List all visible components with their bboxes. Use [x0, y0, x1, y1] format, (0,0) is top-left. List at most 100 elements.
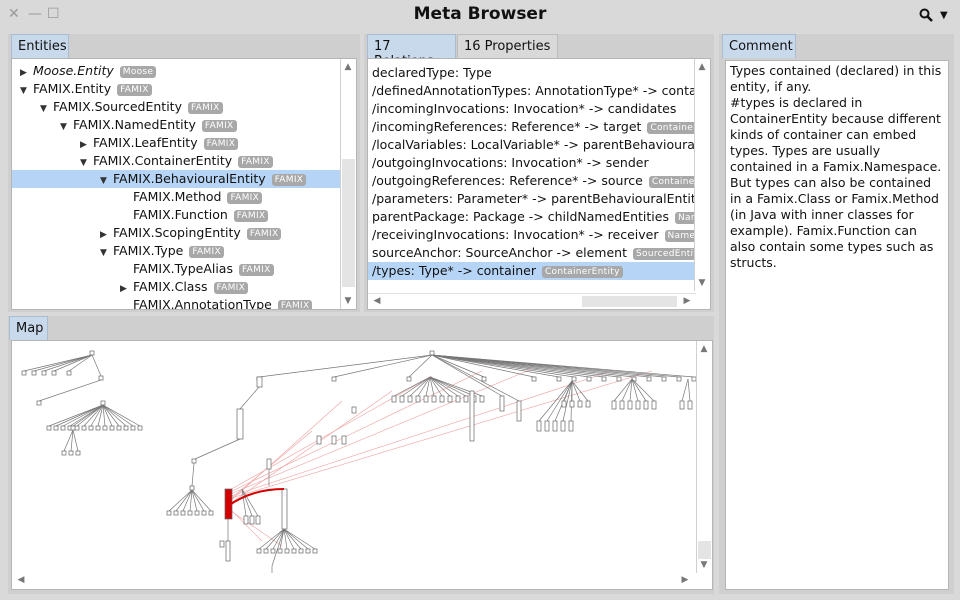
tree-item[interactable]: ▼ FAMIX.BehaviouralEntity FAMIX: [12, 170, 342, 188]
relation-text: declaredType: Type: [372, 65, 492, 80]
map-edge: [571, 380, 581, 402]
tree-item-label: FAMIX.Class: [133, 279, 208, 294]
triangle-down-icon[interactable]: ▼: [80, 154, 90, 172]
map-node: [173, 510, 179, 516]
tree-item[interactable]: ▼ FAMIX.Type FAMIX: [12, 242, 342, 260]
search-icon[interactable]: [919, 8, 933, 22]
tab-relations[interactable]: 17 Relations: [367, 34, 456, 69]
relations-hscrollbar[interactable]: ◀ ▶: [368, 293, 696, 309]
relation-row[interactable]: /receivingInvocations: Invocation* -> re…: [368, 226, 694, 244]
scroll-left-icon[interactable]: ◀: [14, 575, 28, 585]
triangle-down-icon[interactable]: ▼: [40, 100, 50, 118]
tab-map[interactable]: Map: [9, 316, 48, 340]
chevron-down-icon[interactable]: ▼: [940, 10, 948, 21]
tree-item[interactable]: ▶ Moose.Entity Moose: [12, 62, 342, 80]
map-edge: [43, 354, 93, 372]
tab-comment[interactable]: Comment: [722, 34, 796, 58]
relation-row[interactable]: /outgoingInvocations: Invocation* -> sen…: [368, 154, 694, 172]
map-graph[interactable]: [12, 341, 712, 589]
map-view[interactable]: ▲ ▼ ◀ ▶: [11, 340, 713, 590]
map-node: [560, 420, 566, 432]
scroll-thumb[interactable]: [342, 159, 355, 287]
relations-rows: declaredType: Type/definedAnnotationType…: [368, 64, 694, 280]
relation-row[interactable]: /types: Type* -> container ContainerEntit…: [368, 262, 694, 280]
relation-row[interactable]: /definedAnnotationTypes: AnnotationType*…: [368, 82, 694, 100]
relation-row[interactable]: /incomingReferences: Reference* -> targe…: [368, 118, 694, 136]
map-node: [463, 395, 469, 403]
triangle-down-icon[interactable]: ▼: [20, 82, 30, 100]
map-node: [544, 420, 550, 432]
map-node: [415, 395, 421, 403]
relation-row[interactable]: /parameters: Parameter* -> parentBehavio…: [368, 190, 694, 208]
scroll-right-icon[interactable]: ▶: [678, 575, 692, 585]
triangle-down-icon[interactable]: ▼: [100, 172, 110, 190]
tree-item[interactable]: FAMIX.AnnotationType FAMIX: [12, 296, 342, 310]
map-node: [123, 425, 129, 431]
tree-item[interactable]: ▶ FAMIX.Class FAMIX: [12, 278, 342, 296]
triangle-down-icon[interactable]: ▼: [100, 244, 110, 262]
map-node: [391, 395, 397, 403]
map-node: [568, 420, 574, 432]
tree-item-label: FAMIX.Function: [133, 207, 228, 222]
map-node: [68, 450, 74, 456]
map-vscrollbar[interactable]: ▲ ▼: [696, 341, 712, 573]
scroll-left-icon[interactable]: ◀: [370, 296, 384, 306]
map-edge: [194, 438, 241, 460]
map-node: [676, 376, 682, 382]
relation-row[interactable]: /incomingInvocations: Invocation* -> can…: [368, 100, 694, 118]
tree-item-label: FAMIX.Type: [113, 243, 184, 258]
comment-box[interactable]: Types contained (declared) in this entit…: [725, 60, 949, 590]
relation-row[interactable]: parentPackage: Package -> childNamedEnti…: [368, 208, 694, 226]
triangle-down-icon[interactable]: ▼: [60, 118, 70, 136]
map-node: [219, 540, 225, 548]
hscroll-thumb[interactable]: [582, 296, 677, 307]
tree-item-label: FAMIX.BehaviouralEntity: [113, 171, 266, 186]
map-node: [331, 376, 337, 382]
tree-item[interactable]: ▶ FAMIX.ScopingEntity FAMIX: [12, 224, 342, 242]
map-edge: [613, 378, 633, 402]
tree-item[interactable]: ▼ FAMIX.SourcedEntity FAMIX: [12, 98, 342, 116]
scroll-down-icon[interactable]: ▼: [697, 560, 711, 570]
relation-row[interactable]: /outgoingReferences: Reference* -> sourc…: [368, 172, 694, 190]
tree-item[interactable]: ▼ FAMIX.Entity FAMIX: [12, 80, 342, 98]
tree-item-label: FAMIX.LeafEntity: [93, 135, 198, 150]
scroll-down-icon[interactable]: ▼: [341, 296, 355, 306]
map-vscroll-thumb[interactable]: [698, 541, 711, 559]
map-node: [137, 425, 143, 431]
scroll-down-icon[interactable]: ▼: [695, 278, 709, 288]
tree-item[interactable]: ▼ FAMIX.NamedEntity FAMIX: [12, 116, 342, 134]
map-hscrollbar[interactable]: ◀ ▶: [12, 573, 696, 589]
tree-item[interactable]: FAMIX.Function FAMIX: [12, 206, 342, 224]
map-edge: [283, 528, 309, 550]
relations-vscrollbar[interactable]: ▲ ▼: [694, 59, 710, 291]
package-badge: FAMIX: [213, 282, 249, 294]
map-edge: [102, 404, 127, 427]
map-edge: [227, 370, 613, 498]
tree-item[interactable]: ▶ FAMIX.LeafEntity FAMIX: [12, 134, 342, 152]
tree-item-label: FAMIX.AnnotationType: [133, 297, 272, 310]
entities-scrollbar[interactable]: ▲ ▼: [340, 59, 356, 309]
map-node: [561, 400, 567, 408]
scroll-up-icon[interactable]: ▲: [697, 344, 711, 354]
map-node: [208, 510, 214, 516]
map-node: [277, 548, 283, 554]
relation-row[interactable]: sourceAnchor: SourceAnchor -> element Sou…: [368, 244, 694, 262]
map-node: [95, 425, 101, 431]
package-badge: FAMIX: [189, 246, 224, 258]
relation-row[interactable]: declaredType: Type: [368, 64, 694, 82]
tab-entities[interactable]: Entities: [11, 34, 69, 58]
scroll-right-icon[interactable]: ▶: [680, 296, 694, 306]
map-node: [407, 395, 413, 403]
scroll-up-icon[interactable]: ▲: [341, 62, 355, 72]
tree-item[interactable]: ▼ FAMIX.ContainerEntity FAMIX: [12, 152, 342, 170]
tree-item[interactable]: FAMIX.Method FAMIX: [12, 188, 342, 206]
map-edge: [48, 404, 104, 427]
tree-item[interactable]: FAMIX.TypeAlias FAMIX: [12, 260, 342, 278]
map-node: [53, 425, 59, 431]
tree-item-label: FAMIX.Method: [133, 189, 222, 204]
scroll-up-icon[interactable]: ▲: [695, 62, 709, 72]
map-node: [481, 376, 487, 382]
relation-row[interactable]: /localVariables: LocalVariable* -> paren…: [368, 136, 694, 154]
tab-properties[interactable]: 16 Properties: [457, 34, 558, 58]
map-node: [187, 510, 193, 516]
